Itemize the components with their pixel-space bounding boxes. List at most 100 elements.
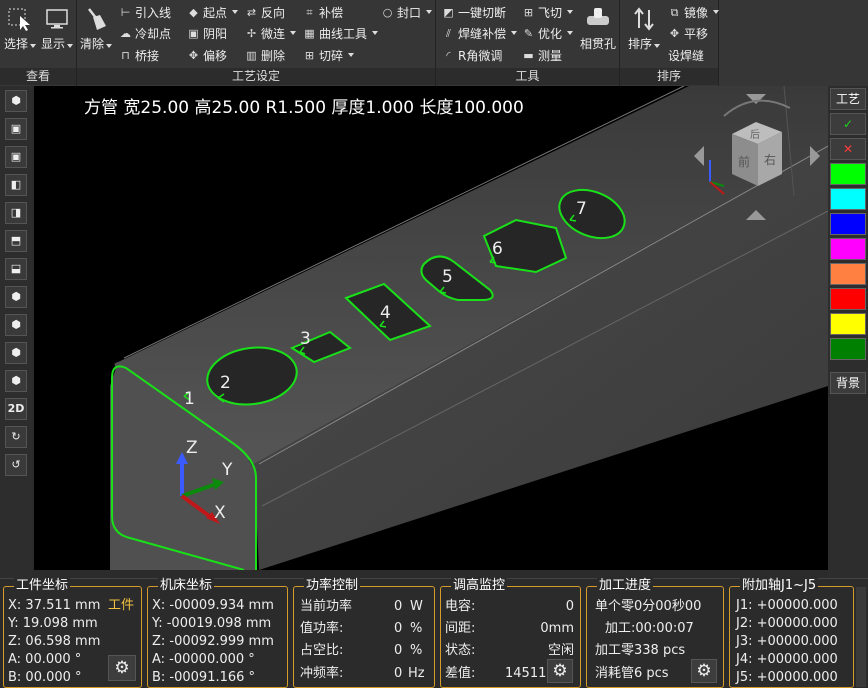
tube-model: 1 2 3 4 5 6 7 Z Y X 后 前 右 [110,86,828,570]
color-swatch-yellow[interactable] [830,313,866,335]
3d-viewport[interactable]: 1 2 3 4 5 6 7 Z Y X 后 前 右 方管 宽25.00 高25.… [34,86,828,570]
micro-joint-icon: ✢ [246,26,257,40]
optimize-icon: ✎ [523,26,534,40]
trash-icon: ▥ [246,48,257,62]
view-iso-3-button[interactable]: ⬢ [5,342,27,364]
measure-button[interactable]: ▬ 测量 [522,46,562,64]
color-swatch-red[interactable] [830,288,866,310]
work-b: B: 00.000 ° [8,670,82,685]
view-right-button[interactable]: ◨ [5,202,27,224]
gear-icon: ⚙ [552,661,568,681]
color-swatch-dark-green[interactable] [830,338,866,360]
rotate-cw-icon: ↻ [11,430,21,443]
work-settings-button[interactable]: ⚙ [108,655,136,681]
confirm-button[interactable]: ✓ [830,113,866,135]
cube-iso-1-icon: ⬢ [11,290,21,303]
cube-face-right: 右 [764,152,776,167]
weld-compensation-button[interactable]: ⫽ 焊缝补偿 [442,24,517,42]
progress-settings-button[interactable]: ⚙ [691,659,717,683]
power-panel: 功率控制 当前功率 0 W 值功率: 0% 占空比: 0% 冲频率: 0 Hz [293,578,435,688]
cube-back-icon: ▣ [10,150,22,163]
color-swatch-green[interactable] [830,163,866,185]
view-front-button[interactable]: ▣ [5,118,27,140]
machine-a: A: -00000.000 ° [152,652,255,667]
set-weld-button[interactable]: 设焊缝 [668,46,704,64]
circle-icon: ○ [382,5,393,19]
ribbon: 选择 显示 查看 清除 ⊢ 引入线 ☁ 冷却点 ⊓ 桥接 ◆ 起点 ▣ 阴阳 ✥ 偏移 ⇄ 反… [0,0,868,86]
color-swatch-cyan[interactable] [830,188,866,210]
translate-button[interactable]: ✥ 平移 [668,24,708,42]
cube-iso-2-icon: ⬢ [11,318,21,331]
view-bottom-button[interactable]: ⬓ [5,258,27,280]
micro-joint-button[interactable]: ✢ 微连 [245,24,296,42]
move-icon: ✥ [669,26,680,40]
compensation-icon: ⌗ [306,5,313,19]
rotate-ccw-icon: ↺ [11,458,21,471]
color-swatch-blue[interactable] [830,213,866,235]
rotate-cw-button[interactable]: ↻ [5,426,27,448]
display-button[interactable]: 显示 [40,6,74,52]
cube-iso-icon: ⬢ [11,94,21,107]
one-click-cut-button[interactable]: ◩ 一键切断 [442,3,506,21]
view-group-title: 查看 [0,68,76,85]
background-button[interactable]: 背景 [830,372,866,394]
bridge-button[interactable]: ⊓ 桥接 [119,46,159,64]
color-swatch-orange[interactable] [830,263,866,285]
cancel-button[interactable]: ✕ [830,138,866,160]
start-point-button[interactable]: ◆ 起点 [187,3,238,21]
grid-icon: ⊞ [304,48,315,62]
yin-yang-button[interactable]: ▣ 阴阳 [187,24,227,42]
sort-button[interactable]: 排序 [626,6,662,52]
part-label-4: 4 [380,303,391,323]
seal-button[interactable]: ○ 封口 [381,3,432,21]
cube-face-top: 后 [750,129,760,141]
left-view-toolbar: ⬢ ▣ ▣ ◧ ◨ ⬒ ⬓ ⬢ ⬢ ⬢ ⬢ 2D ↻ ↺ [0,86,32,578]
craft-button[interactable]: 工艺 [830,88,866,110]
pipe-intersect-icon [587,8,609,25]
part-label-7: 7 [576,199,587,219]
compensation-button[interactable]: ⌗ 补偿 [303,3,343,21]
curve-tools-button[interactable]: ▦ 曲线工具 [303,24,378,42]
mirror-button[interactable]: ⧉ 镜像 [668,3,719,21]
fly-cut-icon: ⊞ [523,5,534,19]
view-left-button[interactable]: ◧ [5,174,27,196]
optimize-button[interactable]: ✎ 优化 [522,24,573,42]
view-top-button[interactable]: ⬒ [5,230,27,252]
view-iso-1-button[interactable]: ⬢ [5,286,27,308]
view-iso-2-button[interactable]: ⬢ [5,314,27,336]
lead-in-button[interactable]: ⊢ 引入线 [119,3,171,21]
gear-icon: ⚙ [114,658,130,678]
select-button[interactable]: 选择 [3,6,37,52]
cube-iso-4-icon: ⬢ [11,374,21,387]
power-title: 功率控制 [304,578,361,594]
color-swatch-magenta[interactable] [830,238,866,260]
view-back-button[interactable]: ▣ [5,146,27,168]
status-scrollbar[interactable] [856,587,866,687]
select-icon [8,8,30,31]
offset-icon: ✥ [188,48,199,62]
chop-button[interactable]: ⊞ 切碎 [303,46,354,64]
view-2d-button[interactable]: 2D [5,398,27,420]
cube-top-icon: ⬒ [10,234,22,247]
intersect-hole-button[interactable]: 相贯孔 [578,6,618,52]
height-settings-button[interactable]: ⚙ [547,659,573,683]
reverse-button[interactable]: ⇄ 反向 [245,3,285,21]
view-iso-button[interactable]: ⬢ [5,90,27,112]
cube-right-icon: ◨ [10,206,22,219]
r-corner-adjust-button[interactable]: ◜ R角微调 [442,46,502,64]
offset-button[interactable]: ✥ 偏移 [187,46,227,64]
ruler-icon: ▬ [523,48,534,62]
cooling-point-button[interactable]: ☁ 冷却点 [119,24,171,42]
rotate-ccw-button[interactable]: ↺ [5,454,27,476]
fly-cut-button[interactable]: ⊞ 飞切 [522,3,573,21]
progress-title: 加工进度 [597,578,654,594]
height-monitor-panel: 调高监控 电容: 0 间距: 0mm 状态: 空闲 差值: 145116 ⚙ [440,578,581,688]
view-iso-4-button[interactable]: ⬢ [5,370,27,392]
clear-button[interactable]: 清除 [79,6,113,52]
tool-group-title: 工具 [436,68,619,85]
delete-button[interactable]: ▥ 删除 [245,46,285,64]
craft-group: 清除 ⊢ 引入线 ☁ 冷却点 ⊓ 桥接 ◆ 起点 ▣ 阴阳 ✥ 偏移 ⇄ 反向 ✢ 微连 ▥ 删除… [77,0,436,86]
cube-bottom-icon: ⬓ [10,262,22,275]
work-coord-button[interactable]: 工件 [108,597,134,615]
check-icon: ✓ [842,117,854,131]
